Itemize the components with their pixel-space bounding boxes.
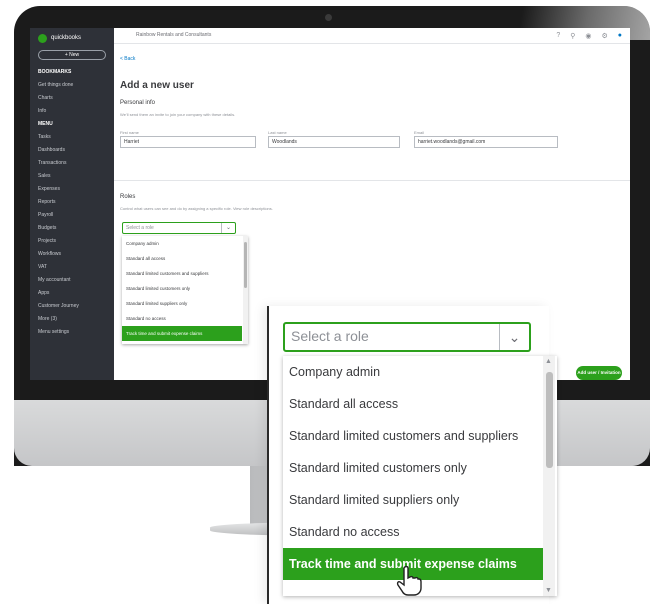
role-option-zoomed[interactable]: Standard no access [283,516,545,548]
sidebar-item[interactable]: Sales [30,170,114,183]
role-option-zoomed[interactable]: Standard limited customers and suppliers [283,420,545,452]
scrollbar-zoomed[interactable]: ▲ ▼ [543,356,555,596]
sidebar-item[interactable]: Apps [30,287,114,300]
sidebar-item[interactable]: Charts [30,92,114,105]
search-icon[interactable]: ⚲ [570,32,575,40]
role-select[interactable]: Select a role ⌄ [122,222,236,234]
scroll-up-icon[interactable]: ▲ [545,358,552,365]
sidebar-item[interactable]: Dashboards [30,144,114,157]
gear-icon[interactable]: ⚙ [601,32,607,40]
sidebar-item[interactable]: BOOKMARKS [30,66,114,79]
add-user-button[interactable]: Add user / Invitation [576,366,622,380]
first-name-label: First name [120,130,139,135]
scrollbar-thumb-zoomed[interactable] [546,372,553,468]
hand-cursor-icon [396,566,422,596]
sidebar-item[interactable]: Projects [30,235,114,248]
notifications-icon[interactable]: ◉ [585,32,591,40]
role-option[interactable]: Standard limited suppliers only [122,296,242,311]
zoom-edge [267,306,269,604]
section-divider [114,180,630,181]
scrollbar-thumb[interactable] [244,242,247,288]
role-option[interactable]: Track time and submit expense claims [122,326,242,341]
chevron-down-icon[interactable]: ⌄ [499,324,529,350]
role-options: Company admin Standard all access Standard… [122,236,248,341]
role-option[interactable]: Company admin [122,236,242,251]
stage: quickbooks + New BOOKMARKS Get things don… [0,0,656,604]
sidebar-item[interactable]: Info [30,105,114,118]
new-button[interactable]: + New [38,50,106,60]
sidebar-item[interactable]: Customer Journey [30,300,114,313]
role-option[interactable]: Standard limited customers only [122,281,242,296]
chevron-down-icon[interactable]: ⌄ [221,223,235,233]
email-label: Email [414,130,425,135]
scroll-down-icon[interactable]: ▼ [545,587,552,594]
sidebar-item[interactable]: Expenses [30,183,114,196]
sidebar-item[interactable]: Tasks [30,131,114,144]
role-option-zoomed[interactable]: Standard all access [283,388,545,420]
sidebar-item[interactable]: Transactions [30,157,114,170]
role-select-zoomed[interactable]: Select a role ⌄ [283,322,531,352]
page-title: Add a new user [120,80,194,91]
quickbooks-logo-icon [38,33,47,43]
sidebar-item[interactable]: MENU [30,118,114,131]
sidebar-item[interactable]: Payroll [30,209,114,222]
back-link[interactable]: < Back [120,56,135,62]
sidebar-item[interactable]: Workflows [30,248,114,261]
help-icon[interactable]: ? [556,32,560,40]
roles-title: Roles [120,194,136,200]
sidebar-item[interactable]: More (3) [30,313,114,326]
last-name-label: Last name [268,130,287,135]
company-name: Rainbow Rentals and Consultants [136,32,212,38]
personal-info-subtitle: We'll send them an invite to join your c… [120,112,236,117]
sidebar-item[interactable]: Budgets [30,222,114,235]
top-icons: ? ⚲ ◉ ⚙ ● [556,32,622,40]
sidebar-item[interactable]: Get things done [30,79,114,92]
sidebar-item[interactable]: My accountant [30,274,114,287]
email-field[interactable]: harriet.woodlands@gmail.com [414,136,558,148]
role-dropdown: Company admin Standard all access Standard… [122,236,248,344]
top-bar: Rainbow Rentals and Consultants ? ⚲ ◉ ⚙ … [114,28,630,44]
role-select-placeholder-zoomed: Select a role [291,328,369,344]
role-option[interactable]: Standard all access [122,251,242,266]
logo-text: quickbooks [51,35,82,41]
sidebar-item[interactable]: Reports [30,196,114,209]
camera-icon [325,14,332,21]
sidebar-item[interactable]: Menu settings [30,326,114,339]
sidebar-item[interactable]: VAT [30,261,114,274]
scrollbar[interactable] [243,236,248,344]
zoomed-dropdown: Select a role ⌄ Company admin Standard al… [267,306,557,604]
avatar[interactable]: ● [618,32,622,40]
last-name-field[interactable]: Woodlands [268,136,400,148]
role-option[interactable]: Standard limited customers and suppliers [122,266,242,281]
sidebar-items: BOOKMARKS Get things done Charts Info MENU Ta… [30,66,114,339]
role-option-zoomed[interactable]: Standard limited suppliers only [283,484,545,516]
role-select-placeholder: Select a role [126,225,154,231]
roles-subtitle: Control what users can see and do by ass… [120,206,273,211]
role-option[interactable]: Standard no access [122,311,242,326]
first-name-field[interactable]: Harriet [120,136,256,148]
logo[interactable]: quickbooks [30,28,114,48]
role-option-zoomed[interactable]: Company admin [283,356,545,388]
role-options-zoomed: Company admin Standard all access Standard… [283,356,557,580]
sidebar: quickbooks + New BOOKMARKS Get things don… [30,28,114,380]
role-dropdown-zoomed: Company admin Standard all access Standard… [283,356,557,596]
personal-info-title: Personal info [120,100,156,106]
role-option-zoomed[interactable]: Standard limited customers only [283,452,545,484]
